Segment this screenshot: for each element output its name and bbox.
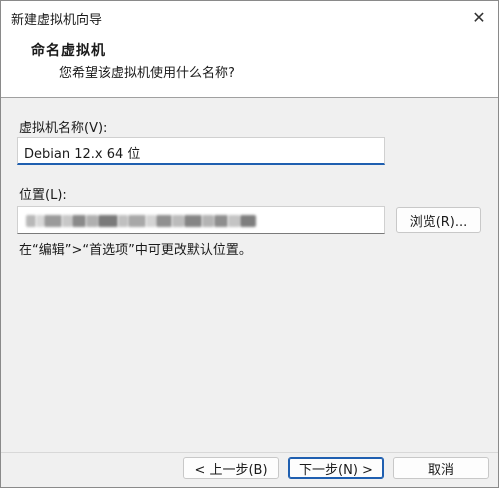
title-bar: 新建虚拟机向导 ✕ xyxy=(1,1,498,33)
back-button[interactable]: < 上一步(B) xyxy=(183,457,279,479)
window-title: 新建虚拟机向导 xyxy=(11,13,103,28)
wizard-window: 新建虚拟机向导 ✕ 命名虚拟机 您希望该虚拟机使用什么名称? 虚拟机名称(V):… xyxy=(0,0,499,488)
next-button[interactable]: 下一步(N) > xyxy=(288,457,384,479)
location-hint: 在“编辑”>“首选项”中可更改默认位置。 xyxy=(19,243,252,258)
page-title: 命名虚拟机 xyxy=(31,43,106,59)
close-icon[interactable]: ✕ xyxy=(466,4,492,30)
wizard-header: 命名虚拟机 您希望该虚拟机使用什么名称? xyxy=(1,33,498,98)
location-path-redacted xyxy=(26,214,256,228)
vm-name-label: 虚拟机名称(V): xyxy=(19,121,108,136)
browse-button[interactable]: 浏览(R)... xyxy=(396,207,481,233)
location-label: 位置(L): xyxy=(19,188,67,203)
location-input[interactable] xyxy=(17,206,385,234)
page-subtitle: 您希望该虚拟机使用什么名称? xyxy=(59,66,235,81)
vm-name-value: Debian 12.x 64 位 xyxy=(24,147,141,162)
cancel-button[interactable]: 取消 xyxy=(393,457,489,479)
vm-name-input[interactable]: Debian 12.x 64 位 xyxy=(17,137,385,165)
